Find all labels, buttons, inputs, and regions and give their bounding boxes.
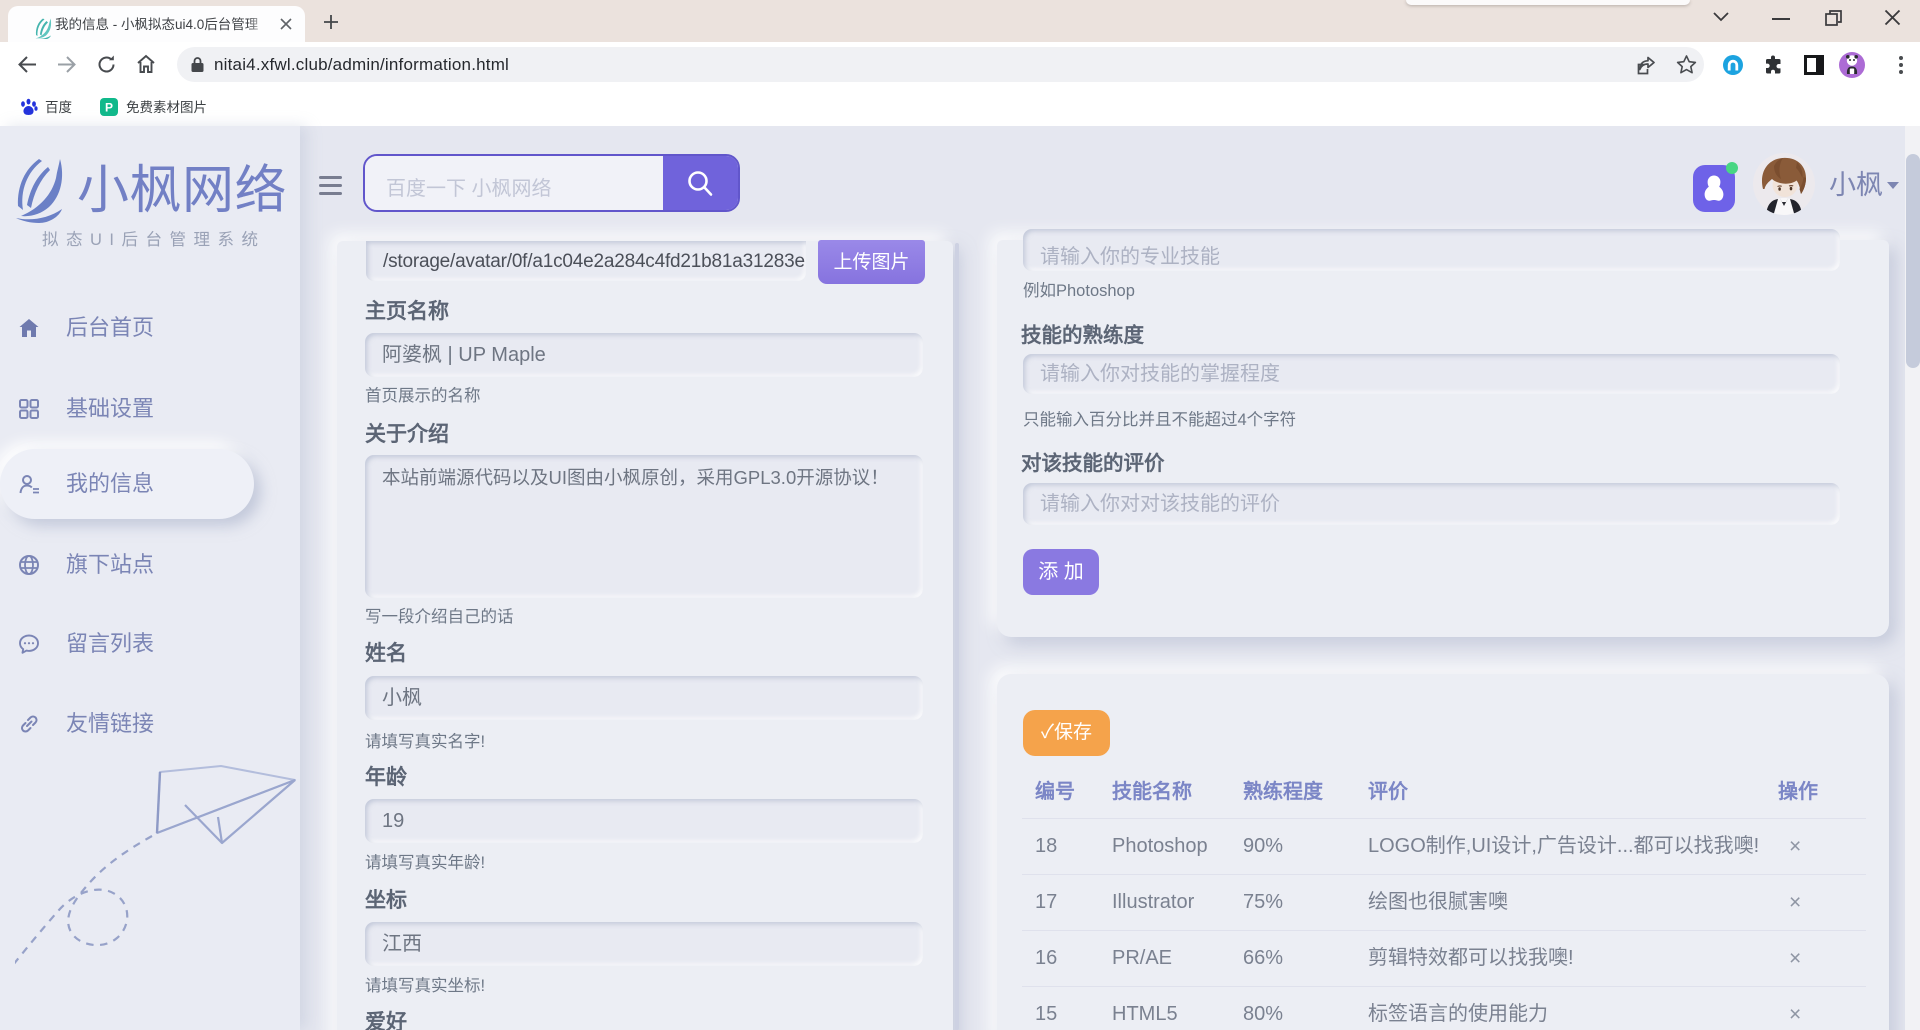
svg-text:P: P: [105, 101, 113, 115]
